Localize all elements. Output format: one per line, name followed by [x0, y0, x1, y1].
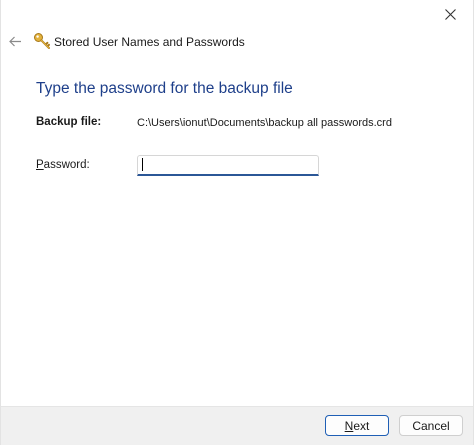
- text-caret: [142, 158, 143, 171]
- cancel-button[interactable]: Cancel: [399, 415, 463, 436]
- key-icon: [34, 33, 50, 49]
- wizard-window: Stored User Names and Passwords Type the…: [0, 0, 474, 445]
- arrow-left-icon: [8, 36, 21, 46]
- next-mnemonic: N: [344, 418, 354, 433]
- backup-file-label: Backup file:: [36, 116, 102, 128]
- next-label: ext: [353, 418, 370, 433]
- close-button[interactable]: [427, 0, 473, 28]
- password-label-mnemonic: P: [36, 159, 44, 171]
- password-input[interactable]: [137, 155, 319, 176]
- close-icon: [444, 8, 456, 20]
- password-label-text: assword:: [43, 159, 90, 171]
- backup-file-path: C:\Users\ionut\Documents\backup all pass…: [137, 117, 392, 129]
- back-button[interactable]: [4, 30, 26, 52]
- page-heading: Type the password for the backup file: [36, 80, 293, 97]
- window-title: Stored User Names and Passwords: [54, 35, 245, 49]
- button-bar: Next Cancel: [1, 406, 473, 445]
- next-button[interactable]: Next: [325, 415, 389, 436]
- password-label: Password:: [36, 159, 90, 171]
